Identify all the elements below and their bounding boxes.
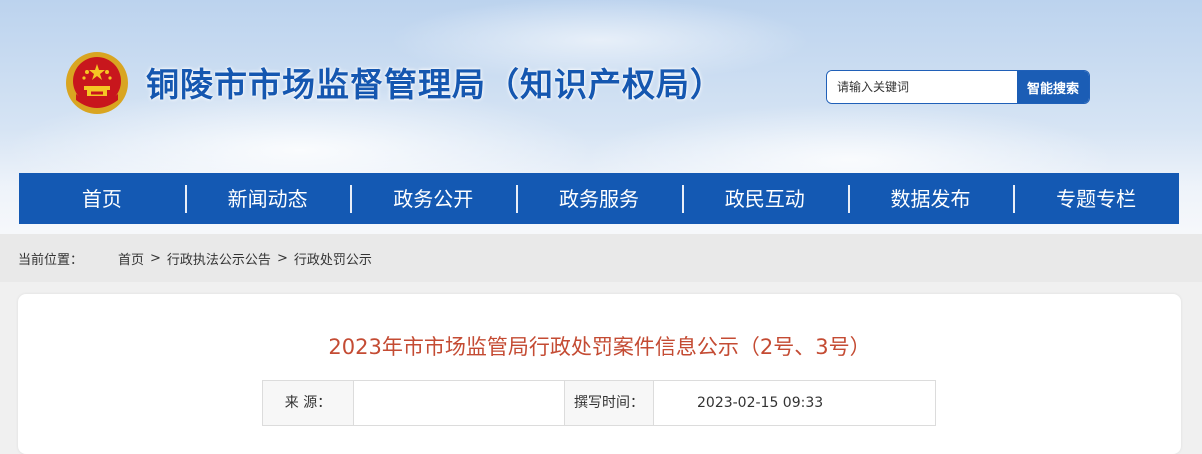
nav-item-news[interactable]: 新闻动态: [184, 184, 351, 214]
nav-item-gov-affairs-open[interactable]: 政务公开: [350, 184, 516, 214]
breadcrumb-label: 当前位置：: [18, 252, 84, 268]
nav-item-home[interactable]: 首页: [19, 184, 185, 214]
nav-item-data-release[interactable]: 数据发布: [847, 184, 1014, 214]
main-nav: 首页 新闻动态 政务公开 政务服务 政民互动 数据发布 专题专栏: [19, 173, 1179, 224]
source-label: 来 源：: [263, 381, 354, 425]
breadcrumb-item-home[interactable]: 首页: [118, 249, 144, 268]
time-value: 2023-02-15 09:33: [697, 395, 824, 411]
breadcrumb-item-penalty[interactable]: 行政处罚公示: [294, 249, 372, 268]
search-box: 智能搜索: [826, 70, 1090, 104]
smart-search-button[interactable]: 智能搜索: [1017, 71, 1089, 103]
nav-item-interaction[interactable]: 政民互动: [681, 184, 848, 214]
search-input[interactable]: [827, 71, 1017, 103]
nav-item-gov-services[interactable]: 政务服务: [516, 184, 682, 214]
article-panel: 2023年市市场监管局行政处罚案件信息公示（2号、3号） 来 源： 撰写时间： …: [18, 294, 1181, 454]
source-value: [354, 381, 564, 425]
national-emblem-icon: [66, 52, 128, 114]
breadcrumb: 当前位置： 首页 > 行政执法公示公告 > 行政处罚公示: [0, 234, 1202, 282]
breadcrumb-separator: >: [150, 250, 161, 266]
nav-item-special-topics[interactable]: 专题专栏: [1013, 184, 1179, 214]
site-title: 铜陵市市场监督管理局（知识产权局）: [146, 65, 724, 104]
breadcrumb-separator: >: [276, 250, 288, 266]
article-meta-table: 来 源： 撰写时间： 2023-02-15 09:33: [262, 380, 936, 426]
breadcrumb-item-enforcement[interactable]: 行政执法公示公告: [167, 249, 271, 268]
article-title: 2023年市市场监管局行政处罚案件信息公示（2号、3号）: [328, 335, 871, 359]
time-label: 撰写时间：: [564, 381, 654, 425]
